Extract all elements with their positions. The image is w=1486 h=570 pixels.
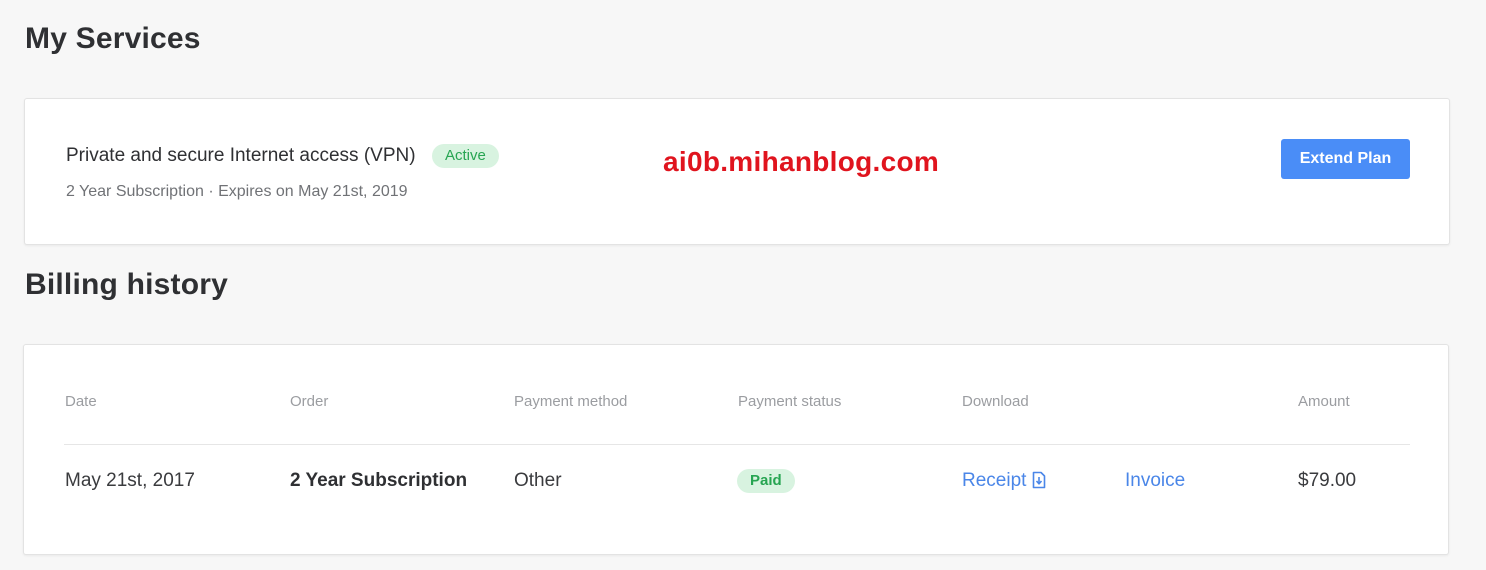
my-services-title: My Services [25,22,201,55]
receipt-link-label: Receipt [962,470,1027,491]
extend-plan-button[interactable]: Extend Plan [1281,139,1410,179]
row-amount: $79.00 [1298,470,1357,491]
column-header-download: Download [962,393,1029,410]
column-header-payment-status: Payment status [738,393,842,410]
service-card: Private and secure Internet access (VPN)… [24,98,1450,245]
status-badge-active: Active [432,144,499,168]
column-header-amount: Amount [1298,393,1350,410]
row-payment-method: Other [514,470,562,491]
column-header-date: Date [65,393,97,410]
service-subscription-info: 2 Year Subscription · Expires on May 21s… [66,183,408,200]
row-order: 2 Year Subscription [290,470,468,491]
billing-history-table: Date Order Payment method Payment status… [23,344,1449,555]
invoice-link[interactable]: Invoice [1125,470,1185,492]
column-header-order: Order [290,393,329,410]
table-divider [64,444,1410,445]
column-header-payment-method: Payment method [514,393,628,410]
watermark-text: ai0b.mihanblog.com [663,146,940,177]
service-name: Private and secure Internet access (VPN) [66,145,416,166]
status-badge-paid: Paid [737,469,795,493]
row-date: May 21st, 2017 [65,470,195,491]
receipt-download-link[interactable]: Receipt [962,470,1046,492]
download-file-icon [1033,471,1046,489]
billing-history-title: Billing history [25,268,229,301]
